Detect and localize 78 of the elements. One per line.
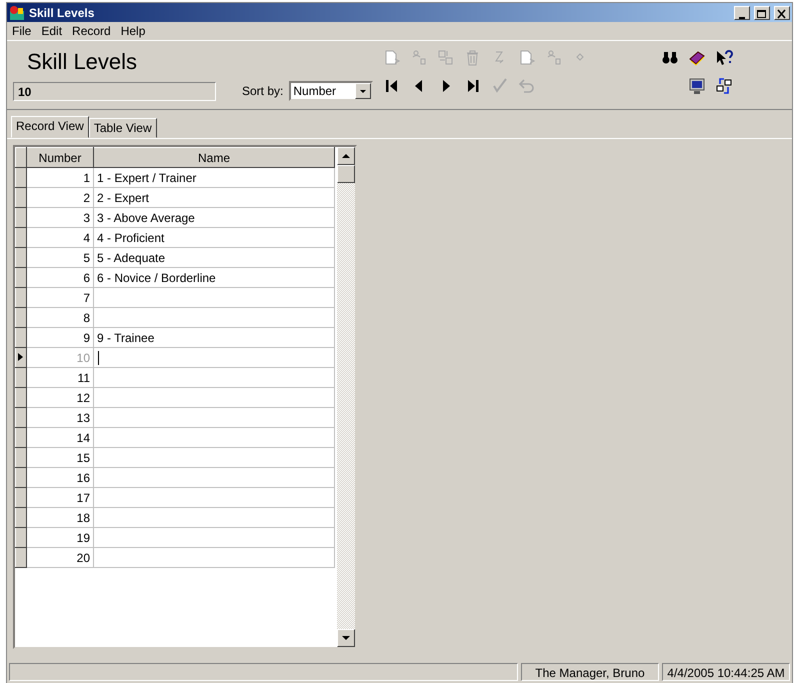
row-selector[interactable] [16, 308, 26, 328]
minimize-icon [739, 16, 745, 18]
current-row-icon [17, 352, 25, 362]
column-header[interactable]: Number [26, 148, 94, 168]
row-selector[interactable] [16, 328, 26, 348]
table-cell: 18 [26, 508, 94, 528]
table-cell: 1 - Expert / Trainer [94, 168, 334, 188]
table-cell: 4 [26, 228, 94, 248]
row-selector[interactable] [16, 188, 26, 208]
scroll-thumb[interactable] [337, 165, 355, 183]
table-cell: 5 - Adequate [94, 248, 334, 268]
status-time: 4/4/2005 10:44:25 AM [662, 663, 790, 681]
table-cell: 16 [26, 468, 94, 488]
monitor-icon[interactable] [688, 77, 706, 95]
scroll-up-button[interactable] [337, 147, 355, 165]
maximize-button[interactable] [754, 6, 770, 20]
row-selector[interactable] [16, 528, 26, 548]
record-field: 10 [13, 82, 216, 100]
table-cell: 3 [26, 208, 94, 228]
menu-item[interactable]: Edit [36, 24, 68, 38]
table-cell: 15 [26, 448, 94, 468]
table-cell: 1 [26, 168, 94, 188]
column-header[interactable]: Name [94, 148, 334, 168]
form-title: Skill Levels [26, 48, 138, 76]
row-selector[interactable] [16, 288, 26, 308]
row-selector[interactable] [16, 208, 26, 228]
app-icon [9, 4, 25, 20]
table-cell: 14 [26, 428, 94, 448]
row-selector[interactable] [16, 448, 26, 468]
table-cell: 2 - Expert [94, 188, 334, 208]
close-icon [776, 8, 788, 18]
row-selector[interactable] [16, 508, 26, 528]
table-cell: 20 [26, 548, 94, 568]
table-cell: 19 [26, 528, 94, 548]
table-cell: 3 - Above Average [94, 208, 334, 228]
table-cell: 6 - Novice / Borderline [94, 268, 334, 288]
menu-item[interactable]: File [7, 24, 36, 38]
tab[interactable]: Table View [88, 118, 157, 138]
minimize-button[interactable] [734, 6, 750, 20]
row-selector[interactable] [16, 168, 26, 188]
close-button[interactable] [774, 6, 790, 20]
maximize-icon [756, 8, 768, 18]
window-title: Skill Levels [29, 6, 96, 20]
sort-dropdown[interactable]: Number [289, 81, 374, 101]
row-selector[interactable] [16, 408, 26, 428]
table-cell: 9 [26, 328, 94, 348]
scroll-down-button[interactable] [337, 629, 355, 647]
menu-item[interactable]: Help [116, 24, 150, 38]
table-cell: 2 [26, 188, 94, 208]
table-cell: 17 [26, 488, 94, 508]
scrollbar-track[interactable] [337, 147, 355, 647]
grid-corner [16, 148, 26, 168]
table-cell: 7 [26, 288, 94, 308]
row-selector[interactable] [16, 228, 26, 248]
row-selector[interactable] [16, 548, 26, 568]
table-cell: 6 [26, 268, 94, 288]
status-user: The Manager, Bruno [521, 663, 659, 681]
table-cell: 5 [26, 248, 94, 268]
table-cell: 4 - Proficient [94, 228, 334, 248]
table-cell: 11 [26, 368, 94, 388]
row-selector[interactable] [16, 488, 26, 508]
table-cell: 10 [26, 348, 94, 368]
menu-item[interactable]: Record [67, 24, 116, 38]
table-cell: 12 [26, 388, 94, 408]
row-selector[interactable] [16, 468, 26, 488]
tab[interactable]: Record View [11, 116, 89, 138]
table-cell: 13 [26, 408, 94, 428]
row-selector[interactable] [16, 248, 26, 268]
row-selector[interactable] [16, 428, 26, 448]
row-selector[interactable] [16, 388, 26, 408]
help-icon[interactable] [715, 49, 733, 67]
row-selector[interactable] [16, 268, 26, 288]
sync-icon[interactable] [715, 77, 733, 95]
row-selector[interactable] [16, 368, 26, 388]
table-cell: 9 - Trainee [94, 328, 334, 348]
row-selector[interactable] [16, 348, 26, 368]
sort-label: Sort by: [242, 84, 284, 98]
table-cell: 8 [26, 308, 94, 328]
